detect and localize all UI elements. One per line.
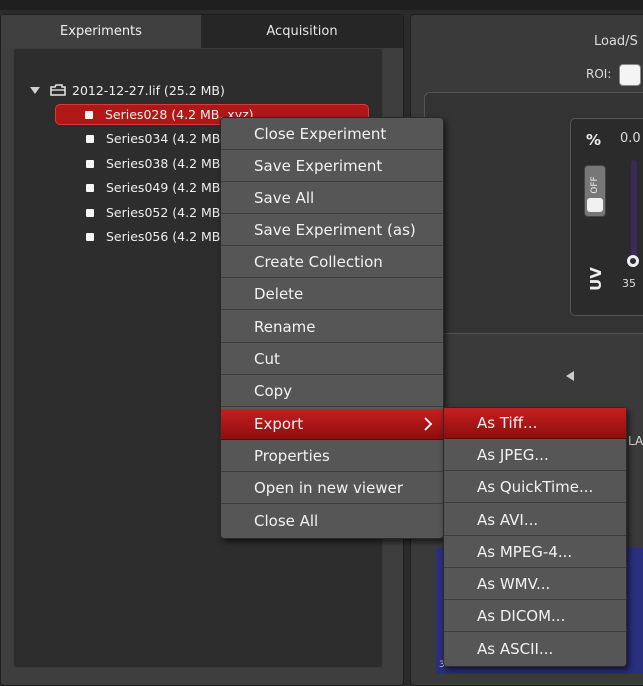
menu-item-save-experiment[interactable]: Save Experiment xyxy=(221,151,443,182)
submenu-item-wmv[interactable]: As WMV... xyxy=(444,569,626,600)
tab-experiments[interactable]: Experiments xyxy=(1,15,201,48)
wavelength-value: 35 xyxy=(622,277,636,290)
series-icon xyxy=(86,134,94,143)
slider-knob[interactable] xyxy=(627,255,639,267)
tree-item[interactable]: Series038 (4.2 MB xyxy=(57,153,220,174)
tree-item[interactable]: Series049 (4.2 MB xyxy=(57,177,220,198)
menu-item-open-in-new-viewer[interactable]: Open in new viewer xyxy=(221,473,443,504)
menu-item-close-experiment[interactable]: Close Experiment xyxy=(221,119,443,150)
menu-item-rename[interactable]: Rename xyxy=(221,312,443,343)
percent-label: % xyxy=(586,131,602,149)
tree-root-row[interactable]: 2012-12-27.lif (25.2 MB) xyxy=(30,80,225,100)
uv-label: UV xyxy=(586,267,605,291)
load-save-label: Load/S xyxy=(594,34,638,49)
menu-item-save-experiment-as[interactable]: Save Experiment (as) xyxy=(221,215,443,246)
submenu-item-ascii[interactable]: As ASCII... xyxy=(444,633,626,664)
menu-item-create-collection[interactable]: Create Collection xyxy=(221,247,443,278)
tab-acquisition[interactable]: Acquisition xyxy=(201,15,403,48)
tree-root-label: 2012-12-27.lif (25.2 MB) xyxy=(72,82,225,98)
submenu-item-tiff[interactable]: As Tiff... xyxy=(444,408,626,439)
submenu-item-dicom[interactable]: As DICOM... xyxy=(444,601,626,632)
tree-item[interactable]: Series056 (4.2 MB xyxy=(57,226,220,247)
switch-knob xyxy=(587,198,603,212)
top-bar xyxy=(0,0,643,10)
arrow-left-icon xyxy=(566,371,574,381)
series-icon xyxy=(86,232,94,241)
context-menu: Close Experiment Save Experiment Save Al… xyxy=(220,117,444,539)
menu-item-delete[interactable]: Delete xyxy=(221,279,443,310)
tree-item[interactable]: Series034 (4.2 MB xyxy=(57,128,220,149)
folder-icon xyxy=(50,84,66,96)
chevron-right-icon xyxy=(424,417,433,431)
intensity-value: 0.0 xyxy=(620,131,641,146)
menu-item-close-all[interactable]: Close All xyxy=(221,505,443,536)
roi-label: ROI: xyxy=(586,67,612,81)
menu-item-copy[interactable]: Copy xyxy=(221,376,443,407)
menu-item-properties[interactable]: Properties xyxy=(221,441,443,472)
menu-item-save-all[interactable]: Save All xyxy=(221,183,443,214)
slider-track[interactable] xyxy=(631,160,637,260)
series-icon xyxy=(86,208,94,217)
submenu-item-jpeg[interactable]: As JPEG... xyxy=(444,440,626,471)
tree-item[interactable]: Series052 (4.2 MB xyxy=(57,202,220,223)
la-label: LA xyxy=(628,434,643,448)
series-icon xyxy=(86,183,94,192)
export-submenu: As Tiff... As JPEG... As QuickTime... As… xyxy=(443,407,627,667)
submenu-item-quicktime[interactable]: As QuickTime... xyxy=(444,472,626,503)
submenu-item-mpeg4[interactable]: As MPEG-4... xyxy=(444,537,626,568)
series-icon xyxy=(86,159,94,168)
expand-triangle-icon[interactable] xyxy=(30,86,40,94)
menu-item-export[interactable]: Export xyxy=(221,409,443,440)
roi-toggle[interactable] xyxy=(619,64,641,86)
submenu-item-avi[interactable]: As AVI... xyxy=(444,505,626,536)
off-switch[interactable]: OFF xyxy=(584,165,606,217)
menu-item-cut[interactable]: Cut xyxy=(221,344,443,375)
off-label: OFF xyxy=(590,176,600,194)
series-icon xyxy=(85,110,93,119)
